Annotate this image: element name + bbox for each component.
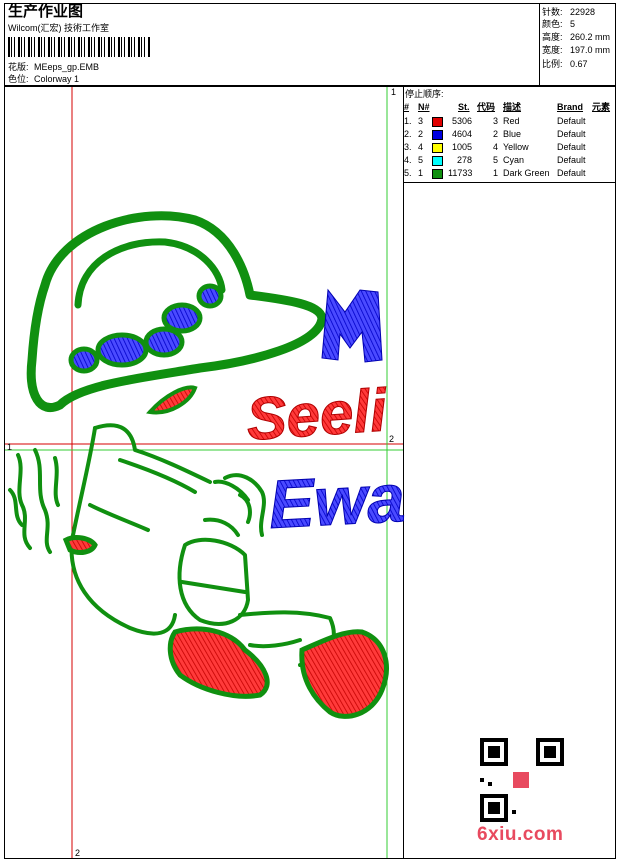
lettering-seeli: Seeli — [244, 376, 390, 453]
guide-marker: 1 — [391, 87, 396, 97]
shoe-shapes — [62, 535, 389, 719]
lettering-ewa: Ewa — [267, 460, 407, 543]
seal-icon — [511, 770, 531, 790]
lettering-m — [321, 288, 383, 363]
guide-marker: 2 — [389, 434, 394, 444]
embroidery-design: Seeli Ewa 1 2 1 2 M — [5, 87, 407, 858]
guide-marker: 2 — [75, 848, 80, 858]
guide-marker: 1 — [7, 442, 12, 452]
hat-band — [68, 283, 224, 374]
cheek-shape — [146, 385, 198, 415]
site-logo: 6xiu.com — [477, 824, 564, 845]
